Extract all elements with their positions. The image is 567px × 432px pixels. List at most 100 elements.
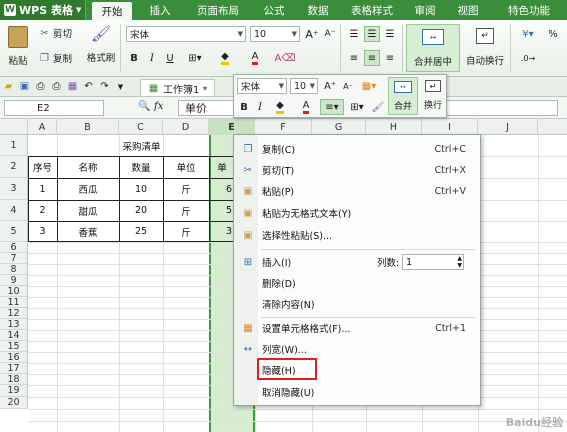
paste-button[interactable]: 粘贴 xyxy=(4,24,32,72)
table-cell[interactable]: 斤 xyxy=(163,178,209,200)
row-header-18[interactable]: 18 xyxy=(0,374,28,385)
mini-grow-font-button[interactable]: A⁺ xyxy=(322,78,338,94)
save-icon[interactable]: ▣ xyxy=(18,80,31,93)
column-header-f[interactable]: F xyxy=(255,119,312,135)
mini-borders-button[interactable]: ⊞▾ xyxy=(346,99,368,115)
font-size-select[interactable]: 10 ▼ xyxy=(250,26,300,42)
underline-button[interactable]: U xyxy=(162,50,178,66)
table-cell[interactable]: 2 xyxy=(28,200,57,221)
menu-item-paste-special[interactable]: ▣ 选择性粘贴(S)... xyxy=(234,225,480,245)
mini-format-painter-button[interactable]: 🖌 xyxy=(370,99,386,115)
mini-bold-button[interactable]: B xyxy=(236,99,252,115)
tab-data[interactable]: 数据 xyxy=(298,0,338,20)
menu-item-cut[interactable]: ✂ 剪切(T) Ctrl+X xyxy=(234,160,480,180)
open-folder-icon[interactable]: ▰ xyxy=(2,80,15,93)
align-right-button[interactable]: ≡ xyxy=(382,50,398,66)
column-count-input[interactable]: 1 ▲ ▼ xyxy=(402,254,464,270)
row-header-5[interactable]: 5 xyxy=(0,221,28,242)
copy-button[interactable]: ❐ 复制 xyxy=(38,51,72,66)
mini-font-select[interactable]: 宋体 ▼ xyxy=(237,78,287,94)
align-top-button[interactable]: ☰ xyxy=(346,26,362,42)
row-header-4[interactable]: 4 xyxy=(0,200,28,221)
dropdown-arrow-icon[interactable]: ▼ xyxy=(114,80,127,93)
italic-button[interactable]: I xyxy=(144,50,160,66)
row-header-12[interactable]: 12 xyxy=(0,308,28,319)
undo-icon[interactable]: ↶ xyxy=(82,80,95,93)
mini-size-select[interactable]: 10 ▼ xyxy=(290,78,318,94)
redo-icon[interactable]: ↷ xyxy=(98,80,111,93)
header-cell[interactable]: 单 xyxy=(211,156,233,178)
table-cell[interactable]: 3 xyxy=(28,221,57,242)
menu-item-format-cells[interactable]: ▦ 设置单元格格式(F)... Ctrl+1 xyxy=(234,318,480,338)
mini-italic-button[interactable]: I xyxy=(252,99,268,115)
table-cell[interactable]: 斤 xyxy=(163,221,209,242)
row-header-19[interactable]: 19 xyxy=(0,385,28,397)
header-cell[interactable]: 名称 xyxy=(57,156,119,178)
header-cell[interactable]: 数量 xyxy=(119,156,163,178)
header-cell[interactable]: 单位 xyxy=(163,156,209,178)
format-painter-button[interactable]: 🖌 格式刷 xyxy=(84,24,118,72)
app-menu-button[interactable]: W WPS 表格 ▼ xyxy=(0,0,86,20)
format-painter-icon[interactable]: ▦ xyxy=(66,80,79,93)
mini-fill-color-button[interactable]: ◆ xyxy=(268,99,292,115)
name-box[interactable]: E2 xyxy=(4,100,104,116)
mini-style-button[interactable]: ▦▾ xyxy=(358,78,380,94)
cut-button[interactable]: ✂ 剪切 xyxy=(38,26,72,41)
menu-item-column-width[interactable]: ↔ 列宽(W)... xyxy=(234,339,480,359)
clear-format-button[interactable]: A⌫ xyxy=(272,50,298,66)
menu-item-clear[interactable]: 清除内容(N) xyxy=(234,294,480,314)
percent-button[interactable]: % xyxy=(542,26,564,42)
row-header-8[interactable]: 8 xyxy=(0,264,28,275)
row-header-11[interactable]: 11 xyxy=(0,297,28,308)
mini-wrap-button[interactable]: ↵ 换行 xyxy=(420,77,446,115)
row-header-7[interactable]: 7 xyxy=(0,253,28,264)
print-preview-icon[interactable]: ⎙ xyxy=(34,80,47,93)
column-header-c[interactable]: C xyxy=(119,119,163,135)
borders-button[interactable]: ⊞▾ xyxy=(182,50,208,66)
column-header-b[interactable]: B xyxy=(57,119,119,135)
row-header-15[interactable]: 15 xyxy=(0,341,28,352)
grow-font-button[interactable]: A⁺ xyxy=(304,26,320,42)
row-header-6[interactable]: 6 xyxy=(0,242,28,253)
row-header-16[interactable]: 16 xyxy=(0,352,28,363)
align-middle-button[interactable]: ☰ xyxy=(364,26,380,42)
font-name-select[interactable]: 宋体 ▼ xyxy=(126,26,246,42)
column-header-j[interactable]: J xyxy=(478,119,538,135)
wrap-text-button[interactable]: ↵ 自动换行 xyxy=(462,24,508,72)
row-header-2[interactable]: 2 xyxy=(0,156,28,178)
row-header-10[interactable]: 10 xyxy=(0,286,28,297)
table-cell[interactable]: 甜瓜 xyxy=(57,200,119,221)
table-cell[interactable]: 10 xyxy=(119,178,163,200)
align-bottom-button[interactable]: ☰ xyxy=(382,26,398,42)
table-cell[interactable]: 25 xyxy=(119,221,163,242)
align-center-button[interactable]: ≡ xyxy=(364,50,380,66)
table-cell[interactable]: 1 xyxy=(28,178,57,200)
print-icon[interactable]: ⎙ xyxy=(50,80,63,93)
row-header-17[interactable]: 17 xyxy=(0,363,28,374)
row-header-20[interactable]: 20 xyxy=(0,397,28,409)
spinner-icon[interactable]: ▲ ▼ xyxy=(457,255,462,269)
font-color-button[interactable]: A xyxy=(242,50,268,66)
table-cell[interactable]: 斤 xyxy=(163,200,209,221)
column-header-h[interactable]: H xyxy=(366,119,422,135)
menu-item-insert[interactable]: ⊞ 插入(I) 列数: 1 ▲ ▼ xyxy=(234,252,480,272)
workbook-tab[interactable]: ▦ 工作簿1 * xyxy=(140,79,215,96)
mini-align-center-button[interactable]: ≡▾ xyxy=(320,99,344,115)
tab-special[interactable]: 特色功能 xyxy=(496,0,562,20)
row-header-13[interactable]: 13 xyxy=(0,319,28,330)
number-format-button[interactable]: ¥▾ xyxy=(516,26,540,42)
header-cell[interactable]: 序号 xyxy=(28,156,57,178)
menu-item-paste[interactable]: ▣ 粘贴(P) Ctrl+V xyxy=(234,181,480,201)
row-header-3[interactable]: 3 xyxy=(0,178,28,200)
select-all-corner[interactable] xyxy=(0,119,28,135)
mini-merge-button[interactable]: ↔ 合并 xyxy=(388,77,418,115)
table-cell[interactable]: 香蕉 xyxy=(57,221,119,242)
column-header-a[interactable]: A xyxy=(28,119,57,135)
sheet-title-cell[interactable]: 采购清单 xyxy=(28,135,255,156)
mini-shrink-font-button[interactable]: A⁻ xyxy=(340,78,356,94)
tab-page-layout[interactable]: 页面布局 xyxy=(186,0,250,20)
column-header-i[interactable]: I xyxy=(422,119,478,135)
table-cell[interactable]: 20 xyxy=(119,200,163,221)
menu-item-paste-plain[interactable]: ▣ 粘贴为无格式文本(Y) xyxy=(234,203,480,223)
increase-decimal-button[interactable]: .0→ xyxy=(516,50,540,66)
